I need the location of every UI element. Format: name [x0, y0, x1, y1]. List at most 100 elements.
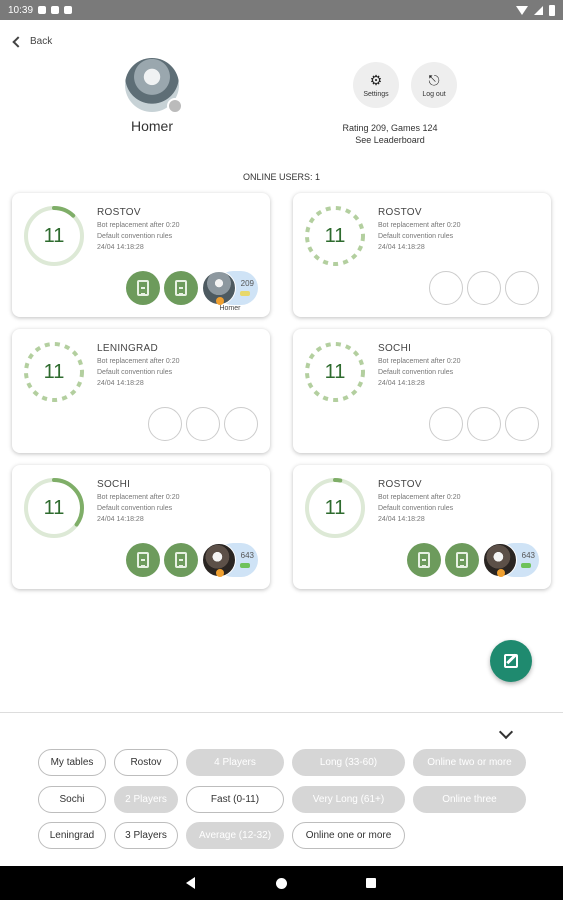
back-label: Back [30, 36, 53, 47]
status-bar: 10:39 [0, 0, 563, 20]
player-count: 11 [324, 225, 346, 247]
table-card[interactable]: 11 SOCHI Bot replacement after 0:20 Default… [12, 465, 270, 589]
table-card[interactable]: 11 ROSTOV Bot replacement after 0:20 Defaul… [293, 465, 551, 589]
filter-chip[interactable]: Sochi [38, 786, 106, 813]
bot-replacement: Bot replacement after 0:20 [97, 222, 180, 229]
logout-button[interactable]: ⎋ Log out [411, 62, 457, 108]
seats [148, 407, 258, 441]
filter-chip[interactable]: Leningrad [38, 822, 106, 849]
rating-text: Rating 209, Games 124 [342, 123, 438, 133]
user-name: Homer [130, 118, 173, 134]
table-info: ROSTOV Bot replacement after 0:20 Default … [97, 207, 262, 253]
chevron-down-icon[interactable] [498, 724, 514, 740]
filter-chip[interactable]: Average (12-32) [186, 822, 284, 849]
player-count: 11 [324, 497, 346, 519]
calculator-icon [456, 552, 468, 568]
status-time: 10:39 [8, 4, 34, 16]
bot-replacement: Bot replacement after 0:20 [97, 494, 180, 501]
convention-rules: Default convention rules [97, 233, 173, 240]
table-card[interactable]: 11 LENINGRAD Bot replacement after 0:20 Def… [12, 329, 270, 453]
table-city: ROSTOV [378, 479, 422, 490]
player-seat[interactable]: 643 [483, 543, 539, 577]
bot-seat [164, 271, 198, 305]
calculator-icon [137, 280, 149, 296]
settings-button[interactable]: ⚙ Settings [353, 62, 399, 108]
table-card[interactable]: 11 ROSTOV Bot replacement after 0:20 Defaul… [12, 193, 270, 317]
calculator-icon [137, 552, 149, 568]
filter-chip[interactable]: Long (33-60) [292, 749, 405, 776]
empty-seat[interactable] [467, 271, 501, 305]
bot-seat [407, 543, 441, 577]
player-badge-icon [216, 297, 224, 305]
table-city: LENINGRAD [97, 343, 159, 354]
nav-recents-icon[interactable] [366, 878, 376, 888]
filter-chip[interactable]: 4 Players [186, 749, 284, 776]
player-seat[interactable]: 643 [202, 543, 258, 577]
table-date: 24/04 14:18:28 [97, 244, 144, 251]
seats [429, 271, 539, 305]
empty-seat[interactable] [505, 271, 539, 305]
bot-replacement: Bot replacement after 0:20 [97, 358, 180, 365]
player-badge-icon [497, 569, 505, 577]
nav-home-icon[interactable] [276, 878, 287, 889]
table-city: SOCHI [378, 343, 412, 354]
calculator-icon [175, 280, 187, 296]
camera-icon[interactable] [167, 98, 183, 114]
filter-chip[interactable]: Fast (0-11) [186, 786, 284, 813]
empty-seat[interactable] [148, 407, 182, 441]
table-date: 24/04 14:18:28 [378, 244, 425, 251]
empty-seat[interactable] [429, 271, 463, 305]
timer-ring: 11 [304, 205, 366, 267]
player-seat[interactable]: 209 Homer [202, 271, 258, 312]
filter-chip[interactable]: 3 Players [114, 822, 178, 849]
table-card[interactable]: 11 ROSTOV Bot replacement after 0:20 Defaul… [293, 193, 551, 317]
table-info: ROSTOV Bot replacement after 0:20 Default … [378, 207, 543, 253]
convention-rules: Default convention rules [97, 369, 173, 376]
empty-seat[interactable] [186, 407, 220, 441]
profile: Homer [122, 58, 183, 134]
table-date: 24/04 14:18:28 [378, 380, 425, 387]
timer-ring: 11 [23, 477, 85, 539]
bot-replacement: Bot replacement after 0:20 [378, 358, 461, 365]
empty-seat[interactable] [467, 407, 501, 441]
filter-chip[interactable]: 2 Players [114, 786, 178, 813]
wifi-icon [516, 5, 528, 15]
logout-icon: ⎋ [428, 71, 440, 88]
back-button[interactable]: Back [12, 35, 53, 48]
seats: 643 [126, 543, 258, 577]
player-count: 11 [43, 225, 65, 247]
bot-seat [164, 543, 198, 577]
avatar[interactable] [125, 58, 183, 114]
bot-seat [126, 543, 160, 577]
new-table-button[interactable] [490, 640, 532, 682]
table-card[interactable]: 11 SOCHI Bot replacement after 0:20 Default… [293, 329, 551, 453]
logout-label: Log out [422, 90, 446, 98]
player-badge-icon [216, 569, 224, 577]
nav-back-icon[interactable] [186, 877, 195, 889]
convention-rules: Default convention rules [378, 505, 454, 512]
filter-chip[interactable]: Online three [413, 786, 526, 813]
seats [429, 407, 539, 441]
bot-seat [445, 543, 479, 577]
table-city: ROSTOV [378, 207, 422, 218]
leaderboard-link[interactable]: See Leaderboard [330, 134, 450, 146]
filter-chip[interactable]: My tables [38, 749, 106, 776]
empty-seat[interactable] [429, 407, 463, 441]
filter-chip[interactable]: Very Long (61+) [292, 786, 405, 813]
calculator-icon [418, 552, 430, 568]
app-screen: 10:39 Back Homer ⚙ Settings ⎋ Log out Ra… [0, 0, 563, 900]
empty-seat[interactable] [224, 407, 258, 441]
table-date: 24/04 14:18:28 [97, 516, 144, 523]
convention-rules: Default convention rules [378, 233, 454, 240]
system-nav-bar [0, 866, 563, 900]
filter-chip[interactable]: Rostov [114, 749, 178, 776]
filter-chip[interactable]: Online two or more [413, 749, 526, 776]
table-city: ROSTOV [97, 207, 141, 218]
app-notification-icon [51, 6, 60, 14]
player-count: 11 [43, 497, 65, 519]
filter-chip[interactable]: Online one or more [292, 822, 405, 849]
gear-icon: ⚙ [369, 71, 383, 88]
table-date: 24/04 14:18:28 [378, 516, 425, 523]
convention-rules: Default convention rules [378, 369, 454, 376]
empty-seat[interactable] [505, 407, 539, 441]
